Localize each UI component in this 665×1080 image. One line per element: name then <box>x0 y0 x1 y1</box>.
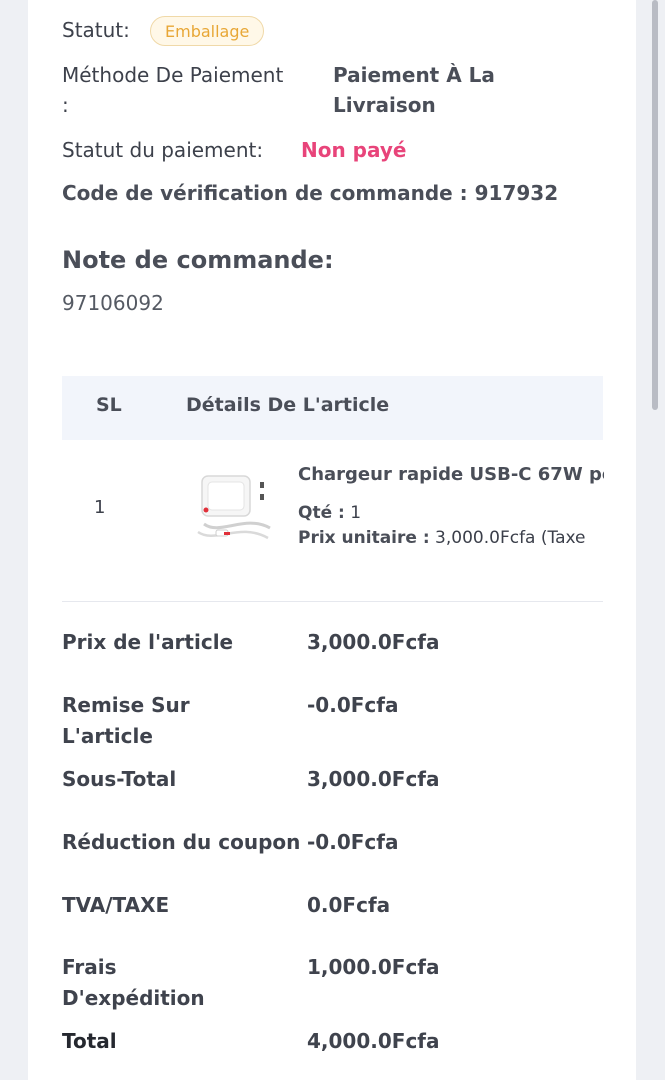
order-note-value: 97106092 <box>62 291 164 315</box>
order-note-title: Note de commande: <box>62 246 334 274</box>
payment-method-value-line2: Livraison <box>333 93 436 117</box>
item-qty: Qté : 1 <box>298 503 361 523</box>
summary-label-tax: TVA/TAXE <box>62 893 170 917</box>
summary-label-item-price: Prix de l'article <box>62 630 234 654</box>
table-divider <box>62 601 603 602</box>
summary-value-coupon: -0.0Fcfa <box>307 830 399 854</box>
summary-label-total: Total <box>62 1029 117 1053</box>
summary-value-item-discount: -0.0Fcfa <box>307 693 399 717</box>
verification-code: Code de vérification de commande : 91793… <box>62 181 559 205</box>
summary-label-subtotal: Sous-Total <box>62 767 177 791</box>
column-header-details: Détails De L'article <box>186 394 390 416</box>
item-name[interactable]: Chargeur rapide USB-C 67W pour <box>298 464 604 485</box>
summary-value-item-price: 3,000.0Fcfa <box>307 630 440 654</box>
payment-status-label: Statut du paiement: <box>62 138 264 162</box>
item-name-container: Chargeur rapide USB-C 67W pour <box>298 464 604 490</box>
product-image[interactable] <box>190 462 274 548</box>
item-unit-price: Prix unitaire : 3,000.0Fcfa (Taxe <box>298 528 604 552</box>
column-header-sl: SL <box>96 394 122 416</box>
scrollbar[interactable] <box>652 0 658 410</box>
payment-status-value: Non payé <box>301 138 407 162</box>
item-qty-value: 1 <box>344 503 362 523</box>
status-label: Statut: <box>62 18 130 42</box>
summary-label-shipping: Frais D'expédition <box>62 955 205 1010</box>
payment-method-colon: : <box>62 93 69 117</box>
summary-value-total: 4,000.0Fcfa <box>307 1029 440 1053</box>
summary-value-subtotal: 3,000.0Fcfa <box>307 767 440 791</box>
summary-label-coupon: Réduction du coupon <box>62 830 301 854</box>
summary-value-shipping: 1,000.0Fcfa <box>307 955 440 979</box>
item-unit-price-value: 3,000.0Fcfa (Taxe <box>429 528 586 548</box>
summary-label-item-discount: Remise Sur L'article <box>62 693 190 748</box>
summary-value-tax: 0.0Fcfa <box>307 893 391 917</box>
item-qty-label: Qté : <box>298 503 345 523</box>
payment-method-label: Méthode De Paiement <box>62 63 284 87</box>
status-badge: Emballage <box>150 16 265 46</box>
item-sl: 1 <box>94 497 106 518</box>
item-unit-price-label: Prix unitaire : <box>298 528 430 548</box>
payment-method-value-line1: Paiement À La <box>333 63 495 87</box>
